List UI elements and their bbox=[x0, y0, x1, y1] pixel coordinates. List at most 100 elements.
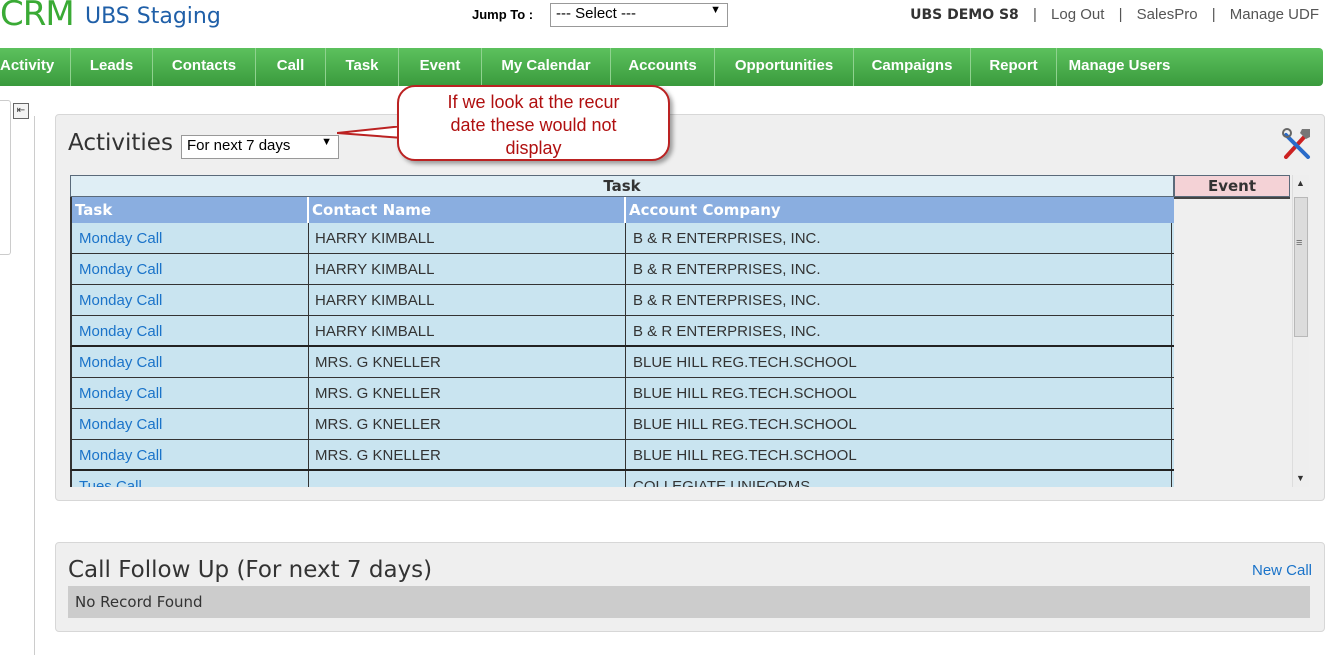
contact-cell: MRS. G KNELLER bbox=[309, 347, 626, 377]
company-cell: B & R ENTERPRISES, INC. bbox=[626, 316, 1172, 345]
nav-accounts[interactable]: Accounts bbox=[611, 48, 715, 86]
table-header-row: Task Contact Name Account Company bbox=[70, 197, 1174, 223]
callout-pointer bbox=[337, 126, 403, 140]
contact-cell: MRS. G KNELLER bbox=[309, 378, 626, 408]
task-cell: Tues Call bbox=[72, 471, 309, 487]
chevron-down-icon: ▼ bbox=[710, 4, 721, 16]
divider bbox=[1174, 197, 1290, 199]
nav-opportunities[interactable]: Opportunities bbox=[715, 48, 854, 86]
table-scrollbar[interactable]: ▲ ≡ ▼ bbox=[1292, 175, 1309, 487]
table-row: Tues Call COLLEGIATE UNIFORMS bbox=[70, 471, 1174, 487]
contact-cell: MRS. G KNELLER bbox=[309, 409, 626, 439]
company-cell: BLUE HILL REG.TECH.SCHOOL bbox=[626, 409, 1172, 439]
scroll-down-icon[interactable]: ▼ bbox=[1296, 473, 1305, 483]
nav-activity[interactable]: Activity bbox=[0, 48, 71, 86]
call-follow-up-title: Call Follow Up (For next 7 days) bbox=[68, 557, 433, 583]
table-row: Monday Call HARRY KIMBALL B & R ENTERPRI… bbox=[70, 285, 1174, 316]
column-header-account-company[interactable]: Account Company bbox=[626, 197, 1172, 223]
table-row: Monday Call HARRY KIMBALL B & R ENTERPRI… bbox=[70, 254, 1174, 285]
separator: | bbox=[1211, 6, 1216, 23]
nav-contacts[interactable]: Contacts bbox=[153, 48, 256, 86]
company-cell: BLUE HILL REG.TECH.SCHOOL bbox=[626, 347, 1172, 377]
nav-call[interactable]: Call bbox=[256, 48, 326, 86]
event-group-header: Event bbox=[1174, 175, 1290, 197]
main-nav: Activity Leads Contacts Call Task Event … bbox=[0, 48, 1323, 86]
task-link[interactable]: Monday Call bbox=[79, 292, 162, 309]
chevron-down-icon: ▼ bbox=[321, 136, 332, 148]
manage-udf-link[interactable]: Manage UDF bbox=[1230, 6, 1319, 23]
tools-icon[interactable] bbox=[1282, 127, 1312, 159]
company-cell: B & R ENTERPRISES, INC. bbox=[626, 285, 1172, 315]
task-link[interactable]: Monday Call bbox=[79, 385, 162, 402]
task-link[interactable]: Monday Call bbox=[79, 354, 162, 371]
company-cell: COLLEGIATE UNIFORMS bbox=[626, 471, 1172, 487]
nav-leads[interactable]: Leads bbox=[71, 48, 153, 86]
nav-report[interactable]: Report bbox=[971, 48, 1057, 86]
nav-manage-users[interactable]: Manage Users bbox=[1057, 48, 1182, 86]
task-cell: Monday Call bbox=[72, 440, 309, 469]
scrollbar-thumb[interactable] bbox=[1294, 197, 1308, 337]
task-link[interactable]: Monday Call bbox=[79, 447, 162, 464]
task-link[interactable]: Monday Call bbox=[79, 416, 162, 433]
contact-cell: MRS. G KNELLER bbox=[309, 440, 626, 469]
company-cell: BLUE HILL REG.TECH.SCHOOL bbox=[626, 440, 1172, 469]
task-cell: Monday Call bbox=[72, 223, 309, 253]
company-cell: BLUE HILL REG.TECH.SCHOOL bbox=[626, 378, 1172, 408]
table-row: Monday Call MRS. G KNELLER BLUE HILL REG… bbox=[70, 378, 1174, 409]
left-sidebar bbox=[0, 100, 11, 255]
new-call-link[interactable]: New Call bbox=[1252, 562, 1312, 579]
callout-line: If we look at the recur bbox=[447, 92, 620, 112]
task-link[interactable]: Monday Call bbox=[79, 261, 162, 278]
jump-to-label: Jump To : bbox=[472, 7, 534, 22]
app-title: UBS Staging bbox=[85, 4, 221, 29]
logout-link[interactable]: Log Out bbox=[1051, 6, 1104, 23]
table-row: Monday Call HARRY KIMBALL B & R ENTERPRI… bbox=[70, 316, 1174, 347]
contact-cell: HARRY KIMBALL bbox=[309, 316, 626, 345]
task-cell: Monday Call bbox=[72, 254, 309, 284]
task-link[interactable]: Tues Call bbox=[79, 478, 142, 487]
jump-to-select-value: --- Select --- bbox=[556, 5, 636, 22]
collapse-sidebar-icon[interactable]: ⇤ bbox=[13, 103, 29, 119]
contact-cell: HARRY KIMBALL bbox=[309, 223, 626, 253]
nav-task[interactable]: Task bbox=[326, 48, 399, 86]
task-link[interactable]: Monday Call bbox=[79, 323, 162, 340]
table-row: Monday Call MRS. G KNELLER BLUE HILL REG… bbox=[70, 409, 1174, 440]
task-cell: Monday Call bbox=[72, 347, 309, 377]
nav-my-calendar[interactable]: My Calendar bbox=[482, 48, 611, 86]
activities-panel: Activities For next 7 days ▼ Task Task C… bbox=[55, 114, 1325, 501]
callout-line: date these would not bbox=[450, 115, 617, 135]
grip-icon: ≡ bbox=[1296, 237, 1303, 249]
separator: | bbox=[1118, 6, 1123, 23]
annotation-callout: If we look at the recur date these would… bbox=[397, 85, 670, 161]
scroll-up-icon[interactable]: ▲ bbox=[1296, 178, 1305, 188]
table-row: Monday Call MRS. G KNELLER BLUE HILL REG… bbox=[70, 440, 1174, 471]
task-link[interactable]: Monday Call bbox=[79, 230, 162, 247]
user-name: UBS DEMO S8 bbox=[910, 7, 1019, 23]
task-cell: Monday Call bbox=[72, 316, 309, 345]
crm-logo: CRM bbox=[0, 0, 75, 34]
range-select-value: For next 7 days bbox=[187, 137, 291, 154]
task-group-header: Task bbox=[70, 175, 1174, 197]
company-cell: B & R ENTERPRISES, INC. bbox=[626, 254, 1172, 284]
salespro-link[interactable]: SalesPro bbox=[1137, 6, 1198, 23]
table-row: Monday Call MRS. G KNELLER BLUE HILL REG… bbox=[70, 347, 1174, 378]
activities-range-select[interactable]: For next 7 days ▼ bbox=[181, 135, 339, 159]
table-row: Monday Call HARRY KIMBALL B & R ENTERPRI… bbox=[70, 223, 1174, 254]
column-header-contact-name[interactable]: Contact Name bbox=[309, 197, 626, 223]
nav-campaigns[interactable]: Campaigns bbox=[854, 48, 971, 86]
company-cell: B & R ENTERPRISES, INC. bbox=[626, 223, 1172, 253]
nav-event[interactable]: Event bbox=[399, 48, 482, 86]
divider bbox=[34, 116, 35, 655]
activities-table: Task Task Contact Name Account Company M… bbox=[70, 175, 1174, 487]
jump-to-select[interactable]: --- Select --- ▼ bbox=[550, 3, 728, 27]
contact-cell: HARRY KIMBALL bbox=[309, 285, 626, 315]
separator: | bbox=[1032, 6, 1037, 23]
task-cell: Monday Call bbox=[72, 378, 309, 408]
task-cell: Monday Call bbox=[72, 409, 309, 439]
user-links: UBS DEMO S8 | Log Out | SalesPro | Manag… bbox=[910, 6, 1319, 23]
activities-title: Activities bbox=[68, 130, 173, 156]
contact-cell: HARRY KIMBALL bbox=[309, 254, 626, 284]
callout-line: display bbox=[505, 138, 562, 158]
call-follow-up-panel: Call Follow Up (For next 7 days) New Cal… bbox=[55, 542, 1325, 632]
column-header-task[interactable]: Task bbox=[72, 197, 309, 223]
